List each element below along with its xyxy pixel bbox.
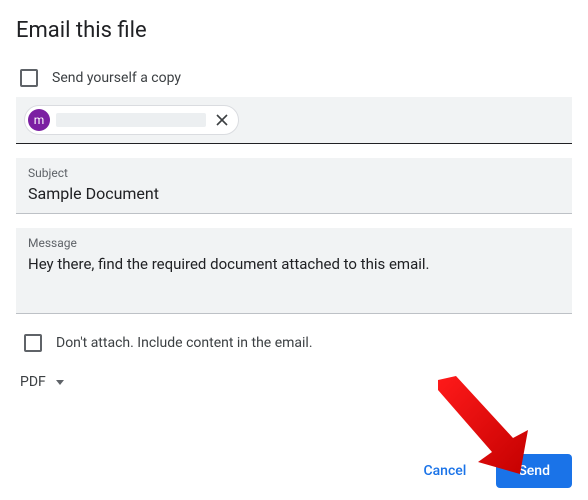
dialog-title: Email this file: [16, 18, 572, 43]
message-label: Message: [28, 236, 560, 250]
send-copy-checkbox[interactable]: [20, 69, 38, 87]
recipient-redacted-name: [56, 113, 206, 127]
send-button[interactable]: Send: [496, 454, 572, 488]
recipients-field[interactable]: m: [16, 97, 572, 144]
subject-input[interactable]: [28, 184, 560, 203]
subject-label: Subject: [28, 166, 560, 180]
chevron-down-icon: [56, 380, 64, 385]
dont-attach-label: Don't attach. Include content in the ema…: [56, 335, 313, 351]
dont-attach-row: Don't attach. Include content in the ema…: [20, 330, 568, 362]
cancel-button[interactable]: Cancel: [401, 454, 488, 488]
message-input[interactable]: Hey there, find the required document at…: [28, 254, 560, 275]
format-select[interactable]: PDF: [20, 370, 72, 394]
send-copy-label: Send yourself a copy: [52, 70, 181, 86]
recipient-chip[interactable]: m: [24, 105, 239, 135]
avatar: m: [28, 109, 50, 131]
dont-attach-checkbox[interactable]: [24, 334, 42, 352]
format-selected-value: PDF: [20, 374, 46, 390]
dialog-footer: Cancel Send: [401, 454, 572, 488]
subject-field[interactable]: Subject: [16, 158, 572, 214]
message-field[interactable]: Message Hey there, find the required doc…: [16, 228, 572, 314]
send-copy-row: Send yourself a copy: [16, 65, 572, 97]
remove-recipient-icon[interactable]: [212, 110, 232, 130]
